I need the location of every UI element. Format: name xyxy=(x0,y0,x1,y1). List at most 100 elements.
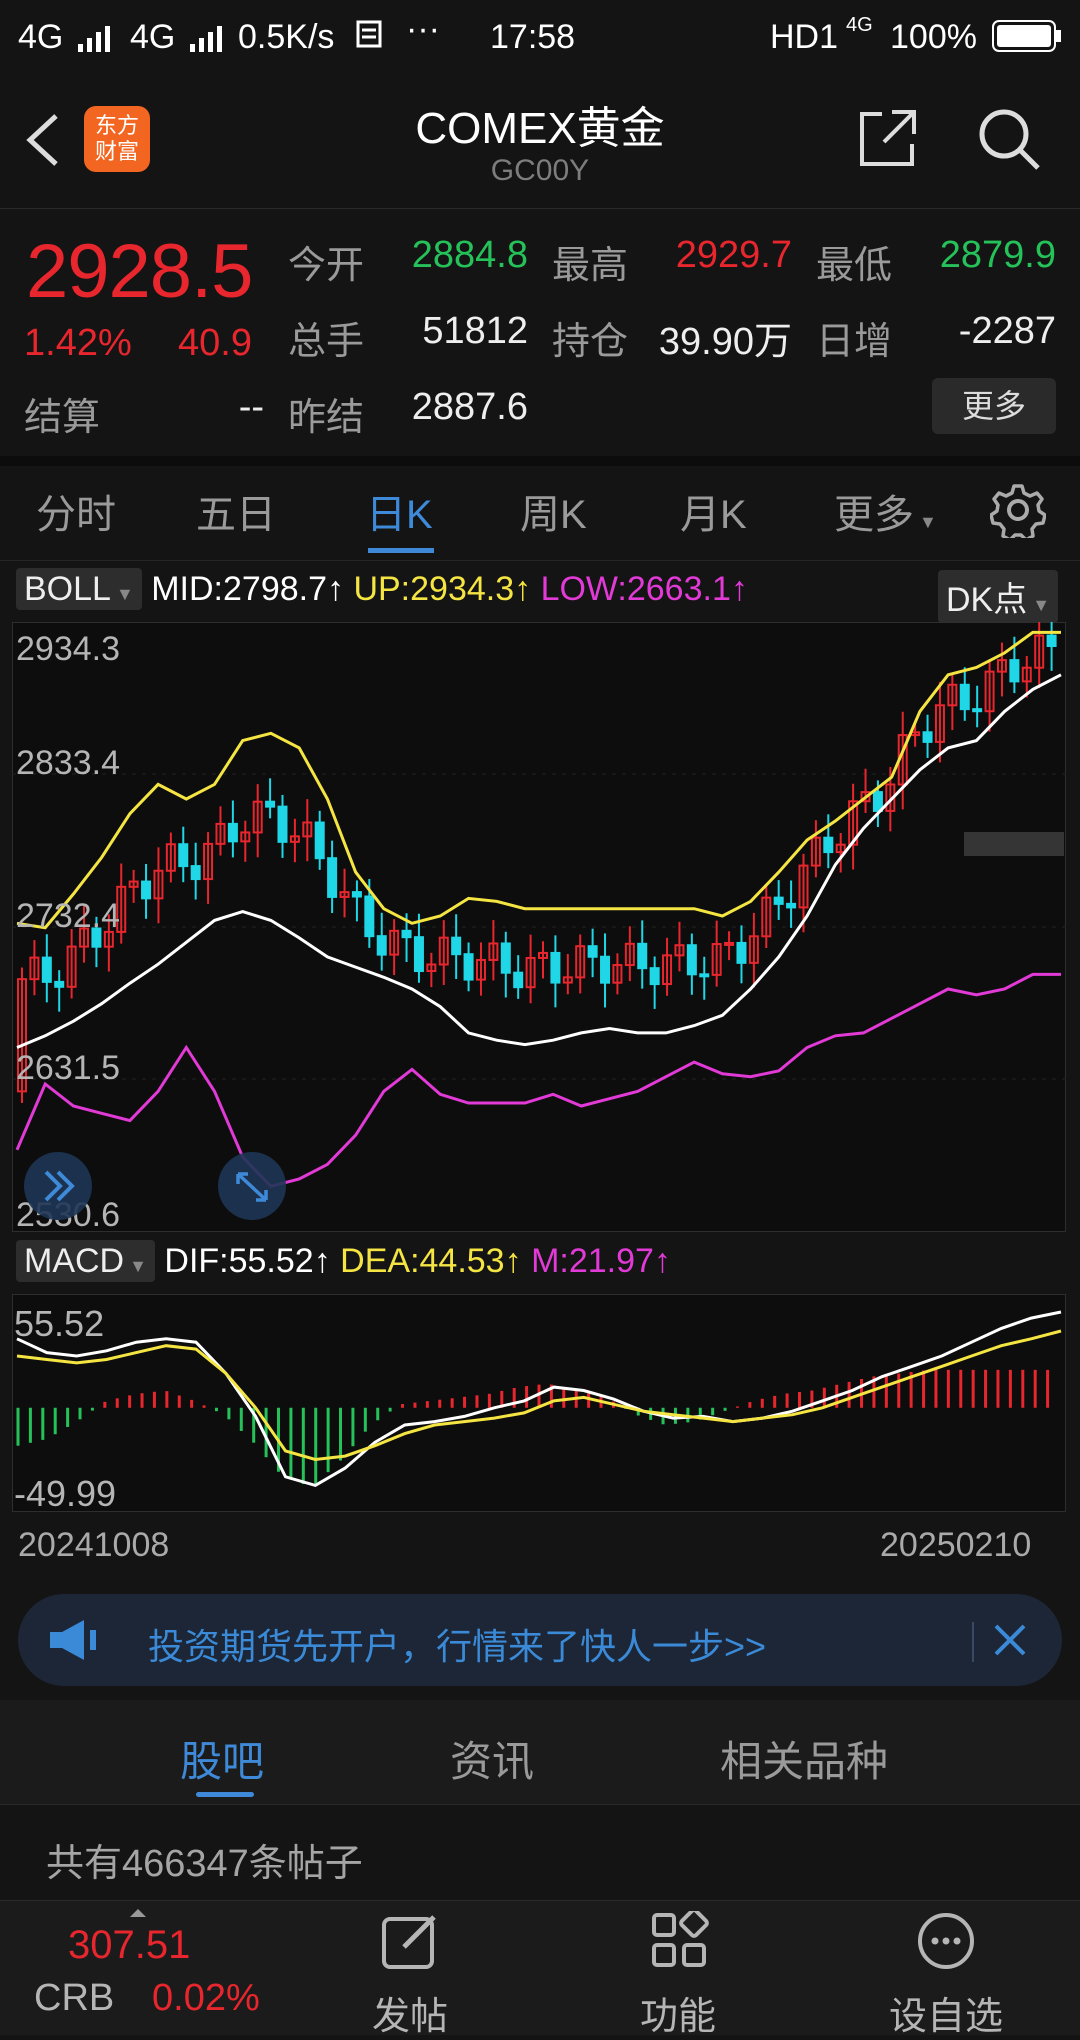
boll-mid: MID:2798.7↑ xyxy=(151,570,344,608)
more-button[interactable]: 更多 xyxy=(932,378,1056,434)
tab-news[interactable]: 资讯 xyxy=(450,1728,534,1789)
chevron-down-icon: ▼ xyxy=(110,584,134,604)
low-label: 最低 xyxy=(816,245,893,287)
daily-increase-label: 日增 xyxy=(816,321,893,363)
daily-increase-value: -2287 xyxy=(958,310,1056,352)
candle-body xyxy=(327,857,338,898)
open-interest-value: 39.90万 xyxy=(658,321,792,363)
candle-body xyxy=(190,865,201,881)
search-icon[interactable] xyxy=(976,106,1042,177)
settle-label: 结算 xyxy=(24,397,101,439)
tab-weekly-k[interactable]: 周K xyxy=(520,482,587,540)
boll-up: UP:2934.3↑ xyxy=(353,570,532,608)
crb-index[interactable]: 307.51 CRB 0.02% xyxy=(30,1901,290,2035)
high-value: 2929.7 xyxy=(675,234,792,276)
hd-indicator: HD1 xyxy=(770,18,839,56)
candle-body xyxy=(376,935,387,956)
more-circle-icon xyxy=(916,1911,976,1976)
candle-body xyxy=(401,929,412,939)
y-label-4: 2631.5 xyxy=(16,1049,120,1087)
tab-five-day[interactable]: 五日 xyxy=(196,482,276,540)
post-button[interactable]: 发帖 xyxy=(330,1901,490,2038)
tab-intraday[interactable]: 分时 xyxy=(36,482,116,540)
crb-change: 0.02% xyxy=(152,1977,260,2019)
caret-up-icon xyxy=(130,1909,146,1917)
dk-label: DK点 xyxy=(946,581,1028,619)
macd-selector[interactable]: MACD ▼ xyxy=(16,1240,155,1282)
4g-volte-icon: 4G xyxy=(846,14,873,36)
tab-related[interactable]: 相关品种 xyxy=(720,1728,888,1789)
candle-body xyxy=(265,800,276,808)
function-label: 功能 xyxy=(639,1996,716,2038)
edit-icon xyxy=(380,1911,440,1976)
candle-body xyxy=(959,683,970,711)
candle-body xyxy=(872,791,883,812)
candle-body xyxy=(773,896,784,905)
candle-body xyxy=(451,936,462,956)
candle-body xyxy=(699,973,710,978)
promo-banner[interactable]: 投资期货先开户，行情来了快人一步>> xyxy=(18,1594,1062,1686)
candle-body xyxy=(351,891,362,898)
boll-low: LOW:2663.1↑ xyxy=(540,570,748,608)
candle-body xyxy=(823,836,834,854)
expand-arrows-button[interactable] xyxy=(24,1152,92,1220)
add-watchlist-button[interactable]: 设自选 xyxy=(866,1901,1026,2038)
gear-icon[interactable] xyxy=(989,482,1047,543)
candle-body xyxy=(314,821,325,860)
watchlist-label: 设自选 xyxy=(888,1996,1003,2038)
tab-more-label: 更多 xyxy=(834,493,914,537)
candle-body xyxy=(227,822,238,843)
open-value: 2884.8 xyxy=(411,234,528,276)
y-label-3: 2732.4 xyxy=(16,897,120,935)
macd-dif: DIF:55.52↑ xyxy=(164,1242,331,1280)
tab-monthly-k[interactable]: 月K xyxy=(680,482,747,540)
candle-body xyxy=(736,941,747,964)
candle-body xyxy=(922,731,933,743)
dk-point-button[interactable]: DK点 ▼ xyxy=(938,570,1059,623)
fullscreen-button[interactable] xyxy=(218,1152,286,1220)
prev-settle-value: 2887.6 xyxy=(411,386,528,428)
candle-body xyxy=(178,843,189,868)
status-bar: 4G 4G 0.5K/s ··· 17:58 HD1 4G 100% xyxy=(0,0,1080,72)
candle-body xyxy=(600,955,611,984)
close-icon[interactable] xyxy=(990,1620,1030,1665)
tab-more-periods[interactable]: 更多 ▼ xyxy=(834,482,937,540)
macd-legend: MACD ▼ DIF:55.52↑ DEA:44.53↑ M:21.97↑ xyxy=(16,1240,671,1282)
candle-body xyxy=(786,902,797,909)
low-value: 2879.9 xyxy=(939,234,1056,276)
last-price: 2928.5 xyxy=(26,229,253,314)
battery-icon xyxy=(992,20,1062,61)
candle-body xyxy=(364,895,375,938)
notification-icon xyxy=(356,20,384,59)
y-label-2: 2833.4 xyxy=(16,744,120,782)
high-label: 最高 xyxy=(552,245,629,287)
share-icon[interactable] xyxy=(856,106,920,175)
banner-text: 投资期货先开户，行情来了快人一步>> xyxy=(148,1626,767,1667)
post-count-text: 共有466347条帖子 xyxy=(46,1843,363,1885)
period-tabs: 分时 五日 日K 周K 月K 更多 ▼ xyxy=(0,458,1080,561)
candle-body xyxy=(41,956,52,983)
candle-body xyxy=(649,967,660,986)
tab-daily-k[interactable]: 日K xyxy=(366,482,433,540)
candle-body xyxy=(277,805,288,843)
open-label: 今开 xyxy=(288,245,365,287)
network-2: 4G xyxy=(130,18,176,56)
date-end: 20250210 xyxy=(880,1526,1032,1564)
signal-icon-2 xyxy=(190,22,224,61)
macd-chart[interactable]: 55.52 -49.99 xyxy=(12,1294,1066,1512)
content-tabs: 股吧 资讯 相关品种 xyxy=(0,1700,1080,1805)
quote-panel: 2928.5 1.42% 40.9 今开 2884.8 最高 2929.7 最低… xyxy=(0,208,1080,466)
candle-body xyxy=(550,951,561,984)
volume-value: 51812 xyxy=(422,310,528,352)
megaphone-icon xyxy=(46,1616,100,1669)
settle-value: -- xyxy=(238,386,264,428)
function-button[interactable]: 功能 xyxy=(598,1901,758,2038)
boll-selector[interactable]: BOLL ▼ xyxy=(16,568,142,610)
candle-body xyxy=(141,880,152,900)
more-dots-icon: ··· xyxy=(406,10,440,48)
tab-forum[interactable]: 股吧 xyxy=(180,1728,264,1789)
candle-body xyxy=(1046,634,1057,648)
candle-body xyxy=(686,944,697,976)
kline-chart[interactable]: 2934.3 2833.4 2732.4 2631.5 2530.6 xyxy=(12,622,1066,1232)
candle-body xyxy=(413,936,424,973)
